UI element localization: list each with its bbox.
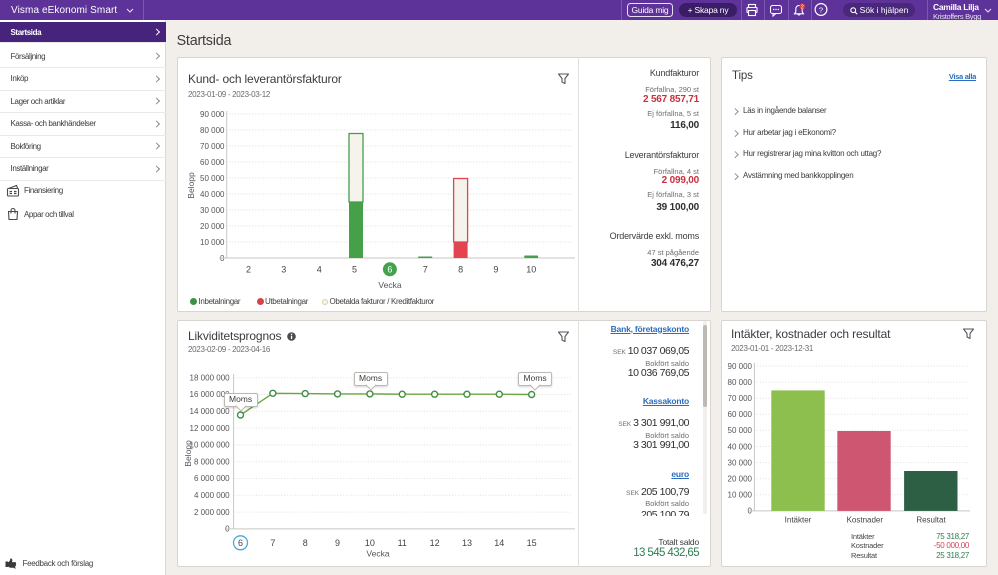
svg-text:?: ? bbox=[818, 6, 822, 15]
svg-text:10 000 000: 10 000 000 bbox=[190, 441, 231, 450]
svg-text:70 000: 70 000 bbox=[200, 142, 225, 151]
svg-text:70 000: 70 000 bbox=[728, 394, 753, 403]
svg-text:80 000: 80 000 bbox=[200, 126, 225, 135]
svg-text:10: 10 bbox=[526, 265, 536, 275]
svg-text:60 000: 60 000 bbox=[728, 410, 753, 419]
svg-text:50 000: 50 000 bbox=[200, 174, 225, 183]
svg-text:12 000 000: 12 000 000 bbox=[190, 424, 231, 433]
svg-text:10 000: 10 000 bbox=[200, 238, 225, 247]
svg-text:4: 4 bbox=[317, 265, 322, 275]
svg-text:Resultat: Resultat bbox=[916, 515, 946, 524]
svg-text:2: 2 bbox=[246, 265, 251, 275]
svg-text:5: 5 bbox=[352, 265, 357, 275]
svg-text:6: 6 bbox=[238, 538, 243, 548]
svg-text:Intäkter: Intäkter bbox=[785, 515, 812, 524]
svg-text:7: 7 bbox=[423, 265, 428, 275]
svg-text:Belopp: Belopp bbox=[186, 172, 196, 199]
svg-text:50 000: 50 000 bbox=[728, 426, 753, 435]
svg-text:90 000: 90 000 bbox=[728, 362, 753, 371]
svg-text:4 000 000: 4 000 000 bbox=[194, 491, 230, 500]
svg-text:15: 15 bbox=[527, 538, 537, 548]
svg-text:7: 7 bbox=[270, 538, 275, 548]
svg-text:18 000 000: 18 000 000 bbox=[190, 373, 231, 382]
svg-text:60 000: 60 000 bbox=[200, 158, 225, 167]
svg-text:2: 2 bbox=[801, 5, 804, 11]
svg-text:9: 9 bbox=[335, 538, 340, 548]
svg-text:13: 13 bbox=[462, 538, 472, 548]
svg-text:8 000 000: 8 000 000 bbox=[194, 457, 230, 466]
svg-text:Belopp: Belopp bbox=[183, 440, 193, 467]
svg-text:8: 8 bbox=[303, 538, 308, 548]
svg-text:8: 8 bbox=[458, 265, 463, 275]
svg-text:2 000 000: 2 000 000 bbox=[194, 508, 230, 517]
svg-text:12: 12 bbox=[430, 538, 440, 548]
svg-text:6 000 000: 6 000 000 bbox=[194, 474, 230, 483]
svg-text:20 000: 20 000 bbox=[728, 475, 753, 484]
svg-text:11: 11 bbox=[398, 538, 407, 548]
svg-text:6: 6 bbox=[387, 265, 392, 275]
svg-text:3: 3 bbox=[281, 265, 286, 275]
svg-text:80 000: 80 000 bbox=[728, 378, 753, 387]
svg-text:20 000: 20 000 bbox=[200, 222, 225, 231]
svg-text:10 000: 10 000 bbox=[728, 491, 753, 500]
svg-text:30 000: 30 000 bbox=[200, 206, 225, 215]
svg-text:10: 10 bbox=[365, 538, 375, 548]
svg-text:90 000: 90 000 bbox=[200, 110, 225, 119]
svg-text:40 000: 40 000 bbox=[200, 190, 225, 199]
svg-text:9: 9 bbox=[493, 265, 498, 275]
svg-text:14: 14 bbox=[494, 538, 504, 548]
svg-text:14 000 000: 14 000 000 bbox=[190, 407, 231, 416]
svg-text:40 000: 40 000 bbox=[728, 442, 753, 451]
svg-text:Kostnader: Kostnader bbox=[847, 515, 884, 524]
svg-text:Vecka: Vecka bbox=[378, 280, 401, 290]
svg-text:Vecka: Vecka bbox=[366, 549, 389, 559]
svg-text:30 000: 30 000 bbox=[728, 458, 753, 467]
